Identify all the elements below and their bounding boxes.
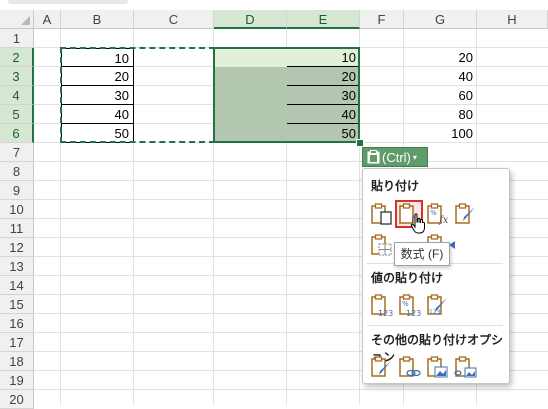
column-header-b[interactable]: B <box>61 10 134 29</box>
paste-options-label: (Ctrl) <box>382 149 411 165</box>
row-header-3[interactable]: 3 <box>0 67 34 86</box>
tooltip-formulas: 数式 (F) <box>394 242 450 266</box>
cell-g2[interactable]: 20 <box>404 48 477 67</box>
row-header-14[interactable]: 14 <box>0 276 34 295</box>
no-borders-icon[interactable] <box>369 233 393 257</box>
svg-text:%: % <box>402 300 409 308</box>
row-header-20[interactable]: 20 <box>0 390 34 409</box>
paste-link-icon[interactable] <box>397 355 421 379</box>
paste-options-menu: 貼り付け fx % fx 値の貼り付け 123 <box>362 168 510 384</box>
picture-icon[interactable] <box>425 355 449 379</box>
column-header-e[interactable]: E <box>287 10 360 29</box>
row-header-8[interactable]: 8 <box>0 162 34 181</box>
svg-text:%: % <box>430 209 437 217</box>
chevron-down-icon: ▾ <box>412 152 417 162</box>
row-header-17[interactable]: 17 <box>0 333 34 352</box>
ribbon-edge <box>0 0 548 10</box>
column-header-g[interactable]: G <box>404 10 477 29</box>
row-header-18[interactable]: 18 <box>0 352 34 371</box>
svg-text:123: 123 <box>378 309 393 317</box>
svg-text:fx: fx <box>438 215 449 226</box>
row-header-4[interactable]: 4 <box>0 86 34 105</box>
values-icon[interactable]: 123 <box>369 293 393 317</box>
paste-icon[interactable] <box>369 202 393 226</box>
section-paste: 貼り付け <box>371 179 420 193</box>
copy-marquee <box>60 47 215 143</box>
column-header-f[interactable]: F <box>360 10 404 29</box>
row-header-9[interactable]: 9 <box>0 181 34 200</box>
column-header-h[interactable]: H <box>477 10 548 29</box>
row-header-10[interactable]: 10 <box>0 200 34 219</box>
cell-g6[interactable]: 100 <box>404 124 477 143</box>
paste-options-button[interactable]: (Ctrl) ▾ <box>362 147 428 167</box>
column-header-c[interactable]: C <box>134 10 214 29</box>
clipboard-icon <box>367 150 380 164</box>
row-header-15[interactable]: 15 <box>0 295 34 314</box>
values-number-format-icon[interactable]: % 123 <box>397 293 421 317</box>
section-values: 値の貼り付け <box>371 271 444 285</box>
row-header-5[interactable]: 5 <box>0 105 34 124</box>
row-header-7[interactable]: 7 <box>0 143 34 162</box>
row-header-1[interactable]: 1 <box>0 29 34 48</box>
values-source-formatting-icon[interactable]: 123 <box>425 293 449 317</box>
svg-text:123: 123 <box>406 309 421 317</box>
selection-border <box>213 47 360 143</box>
keep-source-formatting-icon[interactable] <box>453 202 477 226</box>
select-all-corner[interactable] <box>0 10 34 29</box>
cell-g5[interactable]: 80 <box>404 105 477 124</box>
column-header-a[interactable]: A <box>34 10 61 29</box>
row-header-11[interactable]: 11 <box>0 219 34 238</box>
row-header-13[interactable]: 13 <box>0 257 34 276</box>
hand-cursor-icon <box>410 213 425 234</box>
column-header-d[interactable]: D <box>214 10 287 29</box>
cell-g3[interactable]: 40 <box>404 67 477 86</box>
row-header-2[interactable]: 2 <box>0 48 34 67</box>
row-header-19[interactable]: 19 <box>0 371 34 390</box>
row-header-16[interactable]: 16 <box>0 314 34 333</box>
fill-handle[interactable] <box>356 139 364 147</box>
formatting-icon[interactable] <box>369 355 393 379</box>
svg-text:123: 123 <box>429 309 441 316</box>
linked-picture-icon[interactable] <box>453 355 477 379</box>
row-header-6[interactable]: 6 <box>0 124 34 143</box>
formulas-number-format-icon[interactable]: % fx <box>425 202 449 226</box>
row-header-12[interactable]: 12 <box>0 238 34 257</box>
cell-g4[interactable]: 60 <box>404 86 477 105</box>
